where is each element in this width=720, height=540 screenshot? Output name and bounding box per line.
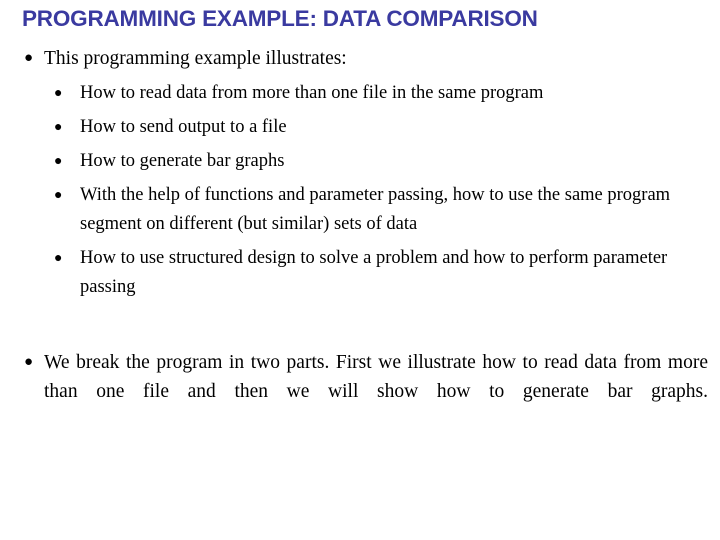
bullet-icon: ●	[54, 86, 63, 101]
closing-block: ● We break the program in two parts. Fir…	[0, 348, 720, 435]
slide-title: PROGRAMMING EXAMPLE: DATA COMPARISON	[22, 6, 538, 31]
bullet-icon: ●	[54, 154, 63, 169]
list-item: ● How to use structured design to solve …	[0, 244, 720, 302]
closing-bullet-item: ● We break the program in two parts. Fir…	[0, 348, 720, 435]
list-item: ● How to read data from more than one fi…	[0, 79, 720, 108]
closing-bullet-text: We break the program in two parts. First…	[44, 352, 708, 402]
slide: PROGRAMMING EXAMPLE: DATA COMPARISON ● T…	[0, 0, 720, 540]
sub-bullet-text: How to use structured design to solve a …	[80, 248, 668, 297]
intro-bullet-item: ● This programming example illustrates:	[0, 44, 720, 73]
bullet-icon: ●	[54, 120, 63, 135]
bullet-icon: ●	[24, 50, 34, 66]
sub-bullet-text: How to send output to a file	[80, 117, 287, 137]
bullet-icon: ●	[54, 251, 63, 266]
sub-bullet-text: How to generate bar graphs	[80, 151, 285, 171]
sub-bullet-text: How to read data from more than one file…	[80, 83, 544, 103]
sub-bullet-text: With the help of functions and parameter…	[80, 185, 671, 234]
intro-bullet-text: This programming example illustrates:	[44, 48, 347, 69]
list-item: ● With the help of functions and paramet…	[0, 181, 720, 239]
bullet-icon: ●	[54, 188, 63, 203]
sub-bullet-list: ● How to read data from more than one fi…	[0, 79, 720, 302]
slide-body: ● This programming example illustrates: …	[0, 44, 720, 435]
list-item: ● How to generate bar graphs	[0, 147, 720, 176]
bullet-icon: ●	[24, 354, 34, 370]
list-item: ● How to send output to a file	[0, 113, 720, 142]
